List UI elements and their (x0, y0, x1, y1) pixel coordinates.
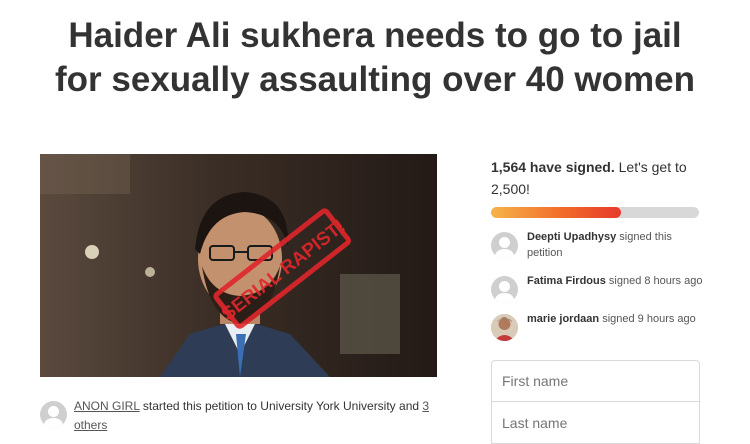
recent-signer: marie jordaan signed 9 hours ago (491, 311, 706, 347)
petition-title: Haider Ali sukhera needs to go to jail f… (0, 14, 750, 102)
progress-fill (491, 207, 622, 218)
default-avatar-icon (40, 401, 67, 428)
last-name-field[interactable] (491, 402, 700, 444)
signature-progress-bar (491, 207, 699, 218)
signed-count-text: 1,564 have signed. (491, 159, 615, 175)
petition-title-line-1: Haider Ali sukhera needs to go to jail (68, 16, 682, 55)
recent-signer: Deepti Upadhysy signed this petition (491, 229, 706, 265)
starter-name-link[interactable]: ANON GIRL (74, 399, 140, 413)
signer-action: signed 9 hours ago (599, 313, 696, 325)
signature-count: 1,564 have signed. Let's get to 2,500! (491, 156, 706, 200)
user-photo-avatar-icon (491, 314, 518, 341)
signer-name: Fatima Firdous (527, 275, 606, 287)
starter-text: started this petition to University York… (139, 399, 423, 413)
petition-title-line-2: for sexually assaulting over 40 women (55, 60, 695, 99)
default-avatar-icon (491, 276, 518, 303)
petition-photo: SERIAL RAPIST! (40, 154, 437, 377)
recent-signer: Fatima Firdous signed 8 hours ago (491, 273, 706, 309)
first-name-field[interactable] (491, 360, 700, 402)
default-avatar-icon (491, 232, 518, 259)
signer-name: Deepti Upadhysy (527, 231, 617, 243)
signer-action: signed 8 hours ago (605, 275, 703, 287)
signer-name: marie jordaan (527, 313, 600, 325)
petition-image: SERIAL RAPIST! (40, 154, 437, 377)
